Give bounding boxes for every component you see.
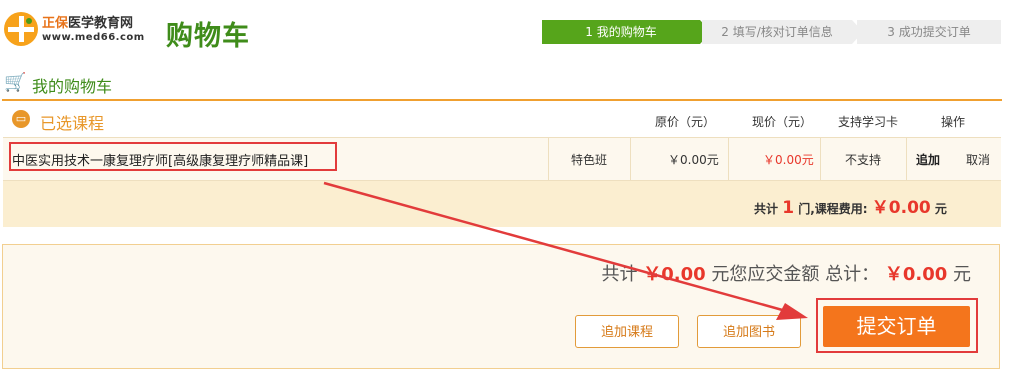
order-total-line: 共计 ￥0.00 元您应交金额 总计： ￥0.00 元 [601, 260, 971, 286]
total-unit: 元 [953, 264, 971, 285]
add-item-link[interactable]: 追加 [916, 151, 940, 168]
col-actions: 操作 [941, 115, 966, 129]
summary-unit: 元 [934, 202, 947, 216]
summary-count: 1 [782, 198, 795, 218]
total-prefix: 共计 [601, 264, 638, 285]
logo-brand-a: 正保 [42, 16, 69, 31]
total-amount: ￥0.00 [643, 264, 706, 285]
section-title: 我的购物车 [32, 77, 113, 96]
study-card-status: 不支持 [845, 153, 882, 167]
step-my-cart: 1 我的购物车 [542, 20, 700, 44]
cell-divider [820, 138, 821, 180]
total-middle: 元您应交金额 总计： [711, 264, 880, 285]
current-price: ￥0.00元 [763, 153, 814, 167]
cell-divider [728, 138, 729, 180]
cell-divider [906, 138, 907, 180]
remove-item-link[interactable]: 取消 [966, 151, 990, 168]
course-type: 特色班 [571, 153, 608, 167]
col-study-card: 支持学习卡 [838, 115, 899, 129]
summary-prefix: 共计 [754, 202, 779, 216]
add-course-button[interactable]: 追加课程 [575, 315, 679, 348]
cell-divider [630, 138, 631, 180]
add-book-button[interactable]: 追加图书 [697, 315, 801, 348]
original-price: ￥0.00元 [668, 153, 719, 167]
summary-middle: 门,课程费用: [798, 202, 868, 216]
summary-fee: ￥0.00 [871, 198, 931, 218]
cart-icon: 🛒 [4, 72, 27, 93]
col-original-price: 原价（元） [655, 115, 716, 129]
selected-courses-title: 已选课程 [40, 114, 105, 133]
highlight-box-submit [816, 298, 978, 353]
col-current-price: 现价（元） [752, 115, 813, 129]
logo-url: www.med66.com [42, 32, 145, 43]
monitor-icon: ▭ [12, 110, 30, 128]
logo-icon [4, 12, 38, 46]
page-title: 购物车 [166, 21, 250, 52]
step-submit-success: 3 成功提交订单 [857, 20, 1001, 44]
logo-brand-b: 医学教育网 [68, 16, 134, 31]
logo-brand: 正保医学教育网 [42, 12, 133, 31]
cell-divider [548, 138, 549, 180]
highlight-box-course [9, 142, 337, 171]
payable-amount: ￥0.00 [884, 264, 948, 285]
course-summary: 共计 1 门,课程费用: ￥0.00 元 [754, 193, 947, 218]
step-fill-order-info: 2 填写/核对订单信息 [702, 20, 852, 44]
